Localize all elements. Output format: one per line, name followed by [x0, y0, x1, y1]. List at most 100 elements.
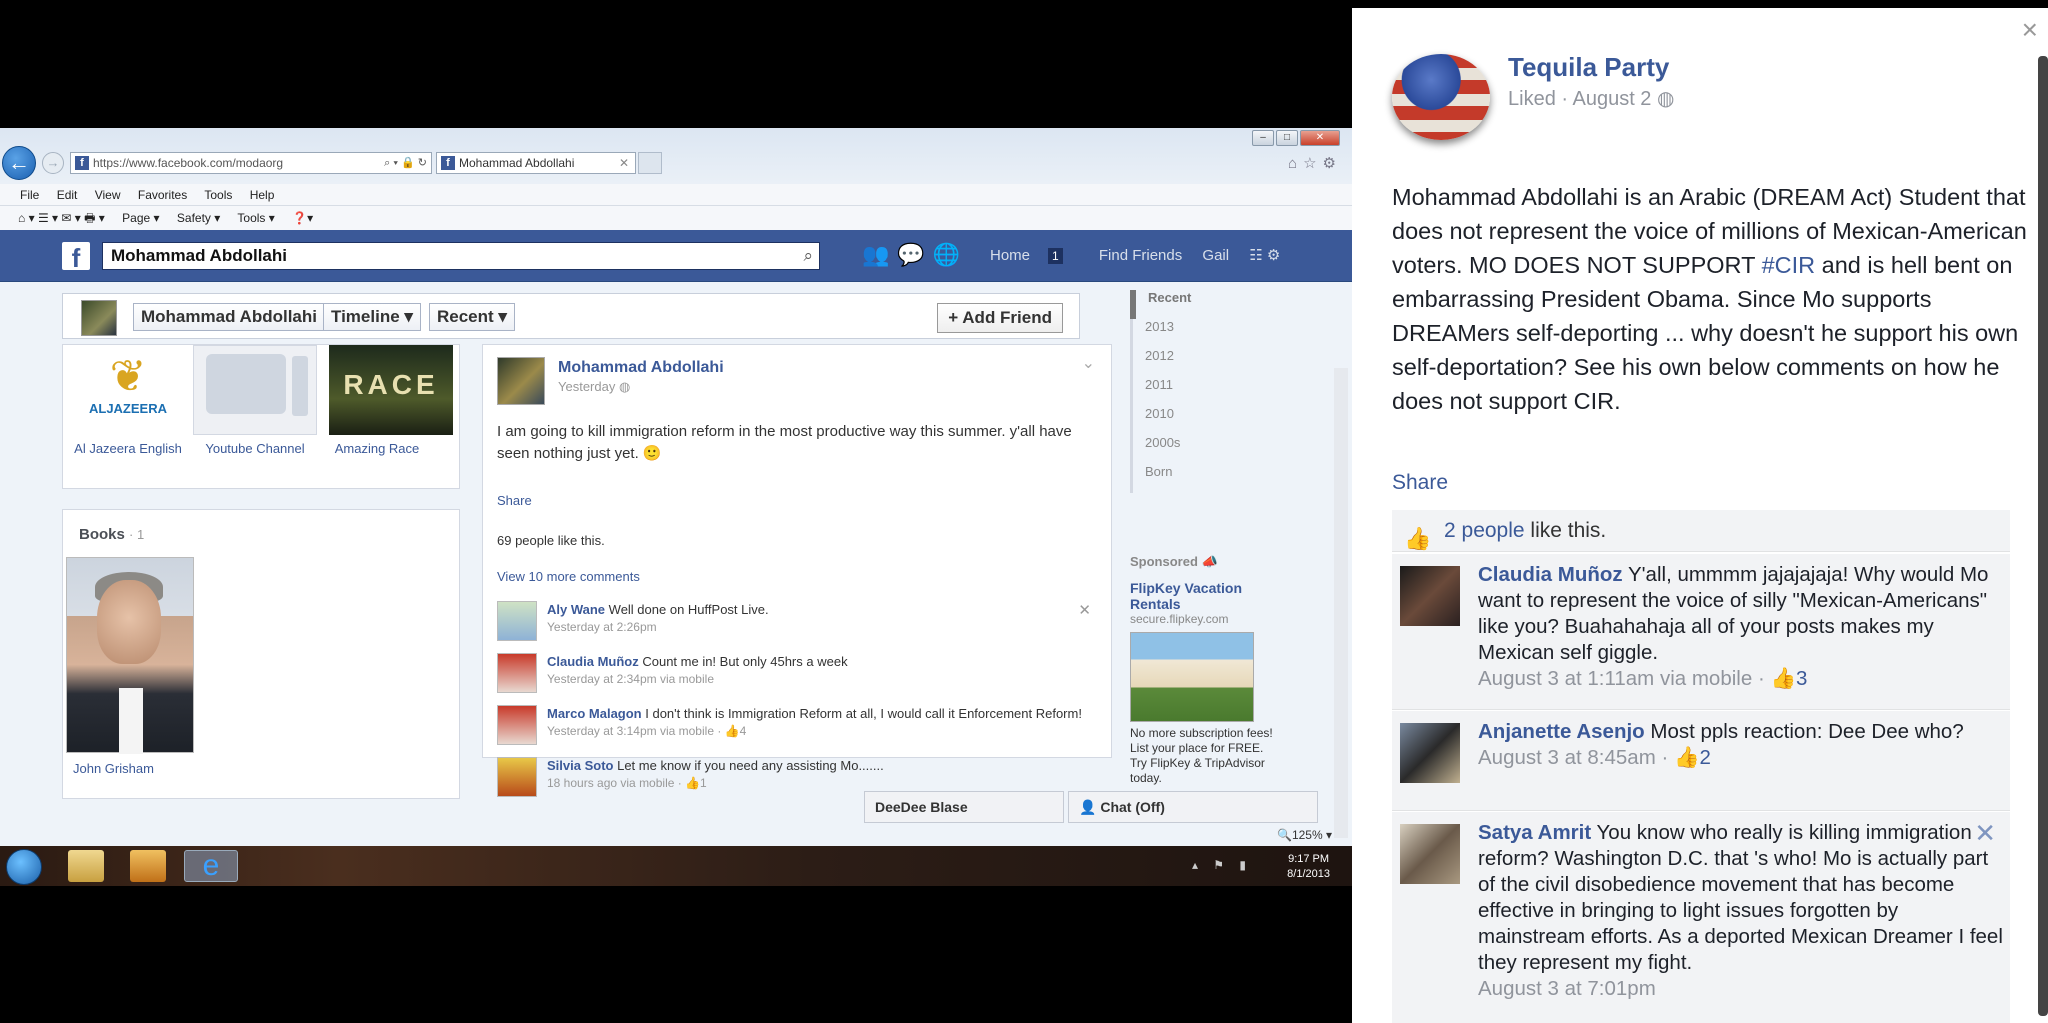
facebook-search-input[interactable]: Mohammad Abdollahi ⌕ [102, 242, 820, 270]
year-2000s[interactable]: 2000s [1130, 435, 1250, 464]
post-time[interactable]: Yesterday ◍ [558, 379, 630, 395]
command-tools[interactable]: Tools ▾ [237, 211, 274, 225]
comment-author[interactable]: Marco Malagon [547, 706, 642, 721]
address-bar[interactable]: f https://www.facebook.com/modaorg ⌕ ▾ 🔒… [70, 152, 432, 174]
media-player-icon[interactable] [130, 850, 166, 882]
year-2013[interactable]: 2013 [1130, 319, 1250, 348]
start-orb-icon[interactable] [6, 849, 42, 885]
amazing-race-logo[interactable]: RACE [329, 345, 453, 435]
comment-avatar[interactable] [1400, 566, 1460, 626]
profile-thumbnail[interactable] [81, 300, 117, 336]
close-icon[interactable]: ✕ [1974, 818, 1996, 849]
home-favorites-settings-icons[interactable]: ⌂☆⚙ [1288, 154, 1342, 172]
comment-author[interactable]: Silvia Soto [547, 758, 613, 773]
system-tray-icons[interactable]: ▴ ⚑ ▮ [1192, 858, 1252, 872]
notification-icons[interactable]: 👥💬🌐 [862, 242, 968, 268]
comment-avatar[interactable] [1400, 723, 1460, 783]
comment-author[interactable]: Claudia Muñoz [1478, 563, 1623, 586]
comment-body: Satya Amrit You know who really is killi… [1478, 820, 2004, 1002]
close-window-button[interactable]: ✕ [1300, 130, 1340, 146]
timeline-dropdown[interactable]: Timeline ▾ [323, 303, 421, 331]
close-tab-icon[interactable]: ✕ [619, 153, 629, 173]
forward-icon[interactable]: → [42, 152, 64, 174]
aljazeera-logo[interactable]: ❦ ALJAZEERA [66, 345, 190, 435]
menu-file[interactable]: File [20, 188, 39, 202]
menu-edit[interactable]: Edit [57, 188, 78, 202]
post-likes[interactable]: 69 people like this. [497, 533, 605, 548]
menu-tools[interactable]: Tools [204, 188, 232, 202]
close-icon[interactable]: ✕ [1078, 601, 1091, 619]
ad-house-image[interactable] [1130, 632, 1254, 722]
close-icon[interactable]: × [2022, 14, 2038, 46]
comment-avatar[interactable] [497, 705, 537, 745]
year-born[interactable]: Born [1130, 464, 1250, 493]
internet-explorer-icon[interactable]: e [184, 850, 238, 882]
hashtag-link[interactable]: #CIR [1762, 252, 1816, 278]
nav-user[interactable]: Gail [1202, 247, 1229, 264]
command-page[interactable]: Page ▾ [122, 211, 159, 225]
share-link[interactable]: Share [1392, 471, 1448, 495]
comment-like-count[interactable]: 👍3 [1770, 667, 1807, 690]
menu-help[interactable]: Help [250, 188, 275, 202]
help-icon[interactable]: ❓▾ [292, 211, 313, 225]
comment-text: Most ppls reaction: Dee Dee who? [1644, 720, 1964, 743]
search-icon[interactable]: ⌕ [803, 243, 813, 269]
comment-author[interactable]: Aly Wane [547, 602, 605, 617]
address-controls-icon[interactable]: ⌕ ▾ 🔒 ↻ [384, 153, 427, 173]
book-label[interactable]: John Grisham [73, 761, 154, 776]
page-scrollbar[interactable] [1334, 368, 1348, 838]
comment-author[interactable]: Anjanette Asenjo [1478, 720, 1645, 743]
page-name-link[interactable]: Tequila Party [1508, 52, 1669, 83]
year-2012[interactable]: 2012 [1130, 348, 1250, 377]
post-share-link[interactable]: Share [497, 493, 532, 508]
comment-author[interactable]: Satya Amrit [1478, 821, 1591, 844]
view-more-comments-link[interactable]: View 10 more comments [497, 569, 640, 584]
chat-tab-deedee[interactable]: DeeDee Blase [864, 791, 1064, 823]
chat-status-button[interactable]: 👤 Chat (Off) [1068, 791, 1318, 823]
comment-avatar[interactable] [497, 757, 537, 797]
year-recent[interactable]: Recent [1130, 290, 1250, 319]
recent-dropdown[interactable]: Recent ▾ [429, 303, 515, 331]
maximize-button[interactable]: □ [1276, 130, 1298, 146]
minimize-button[interactable]: – [1252, 130, 1274, 146]
year-2011[interactable]: 2011 [1130, 377, 1250, 406]
comment-avatar[interactable] [497, 653, 537, 693]
comment-author[interactable]: Claudia Muñoz [547, 654, 639, 669]
zoom-level[interactable]: 🔍125% ▾ [1277, 828, 1332, 842]
nav-home[interactable]: Home 1 [990, 247, 1079, 264]
menu-view[interactable]: View [95, 188, 121, 202]
folder-icon[interactable] [68, 850, 104, 882]
browser-tab[interactable]: f Mohammad Abdollahi ✕ [436, 152, 636, 174]
fav-label-youtube[interactable]: Youtube Channel [193, 441, 317, 456]
add-friend-button[interactable]: + Add Friend [937, 303, 1063, 333]
tequila-party-avatar[interactable] [1392, 54, 1490, 140]
command-icons[interactable]: ⌂ ▾ ☰ ▾ ✉ ▾ 🖶 ▾ [18, 211, 105, 225]
post-author-avatar[interactable] [497, 357, 545, 405]
comment-meta: August 3 at 7:01pm [1478, 977, 1656, 1000]
john-grisham-photo[interactable] [66, 557, 194, 754]
chevron-down-icon[interactable]: ⌄ [1082, 353, 1095, 373]
clock-time: 9:17 PM [1288, 853, 1330, 865]
comment-like-count[interactable]: 👍2 [1674, 746, 1711, 769]
comment-avatar[interactable] [1400, 824, 1460, 884]
likes-count-link[interactable]: 2 people [1444, 519, 1525, 542]
comment-avatar[interactable] [497, 601, 537, 641]
nav-find-friends[interactable]: Find Friends [1099, 247, 1182, 264]
year-2010[interactable]: 2010 [1130, 406, 1250, 435]
fav-label-aljazeera[interactable]: Al Jazeera English [66, 441, 190, 456]
new-tab-button[interactable] [638, 152, 662, 174]
fav-label-amazing-race[interactable]: Amazing Race [315, 441, 439, 456]
command-safety[interactable]: Safety ▾ [177, 211, 220, 225]
menu-favorites[interactable]: Favorites [138, 188, 187, 202]
sponsored-heading-label: Sponsored [1130, 554, 1198, 569]
settings-icon[interactable]: ☷ ⚙ [1249, 247, 1280, 264]
taskbar-clock[interactable]: 9:17 PM 8/1/2013 [1287, 852, 1330, 882]
ad-url[interactable]: secure.flipkey.com [1130, 612, 1280, 626]
sidebar-scrollbar[interactable] [2038, 56, 2048, 1016]
youtube-tv-icon[interactable] [193, 345, 317, 435]
facebook-logo-icon[interactable]: f [62, 242, 90, 273]
profile-name-button[interactable]: Mohammad Abdollahi [133, 303, 325, 331]
ad-title[interactable]: FlipKey Vacation Rentals [1130, 580, 1280, 612]
post-author-name[interactable]: Mohammad Abdollahi [558, 359, 724, 377]
back-icon[interactable]: ← [2, 146, 36, 180]
